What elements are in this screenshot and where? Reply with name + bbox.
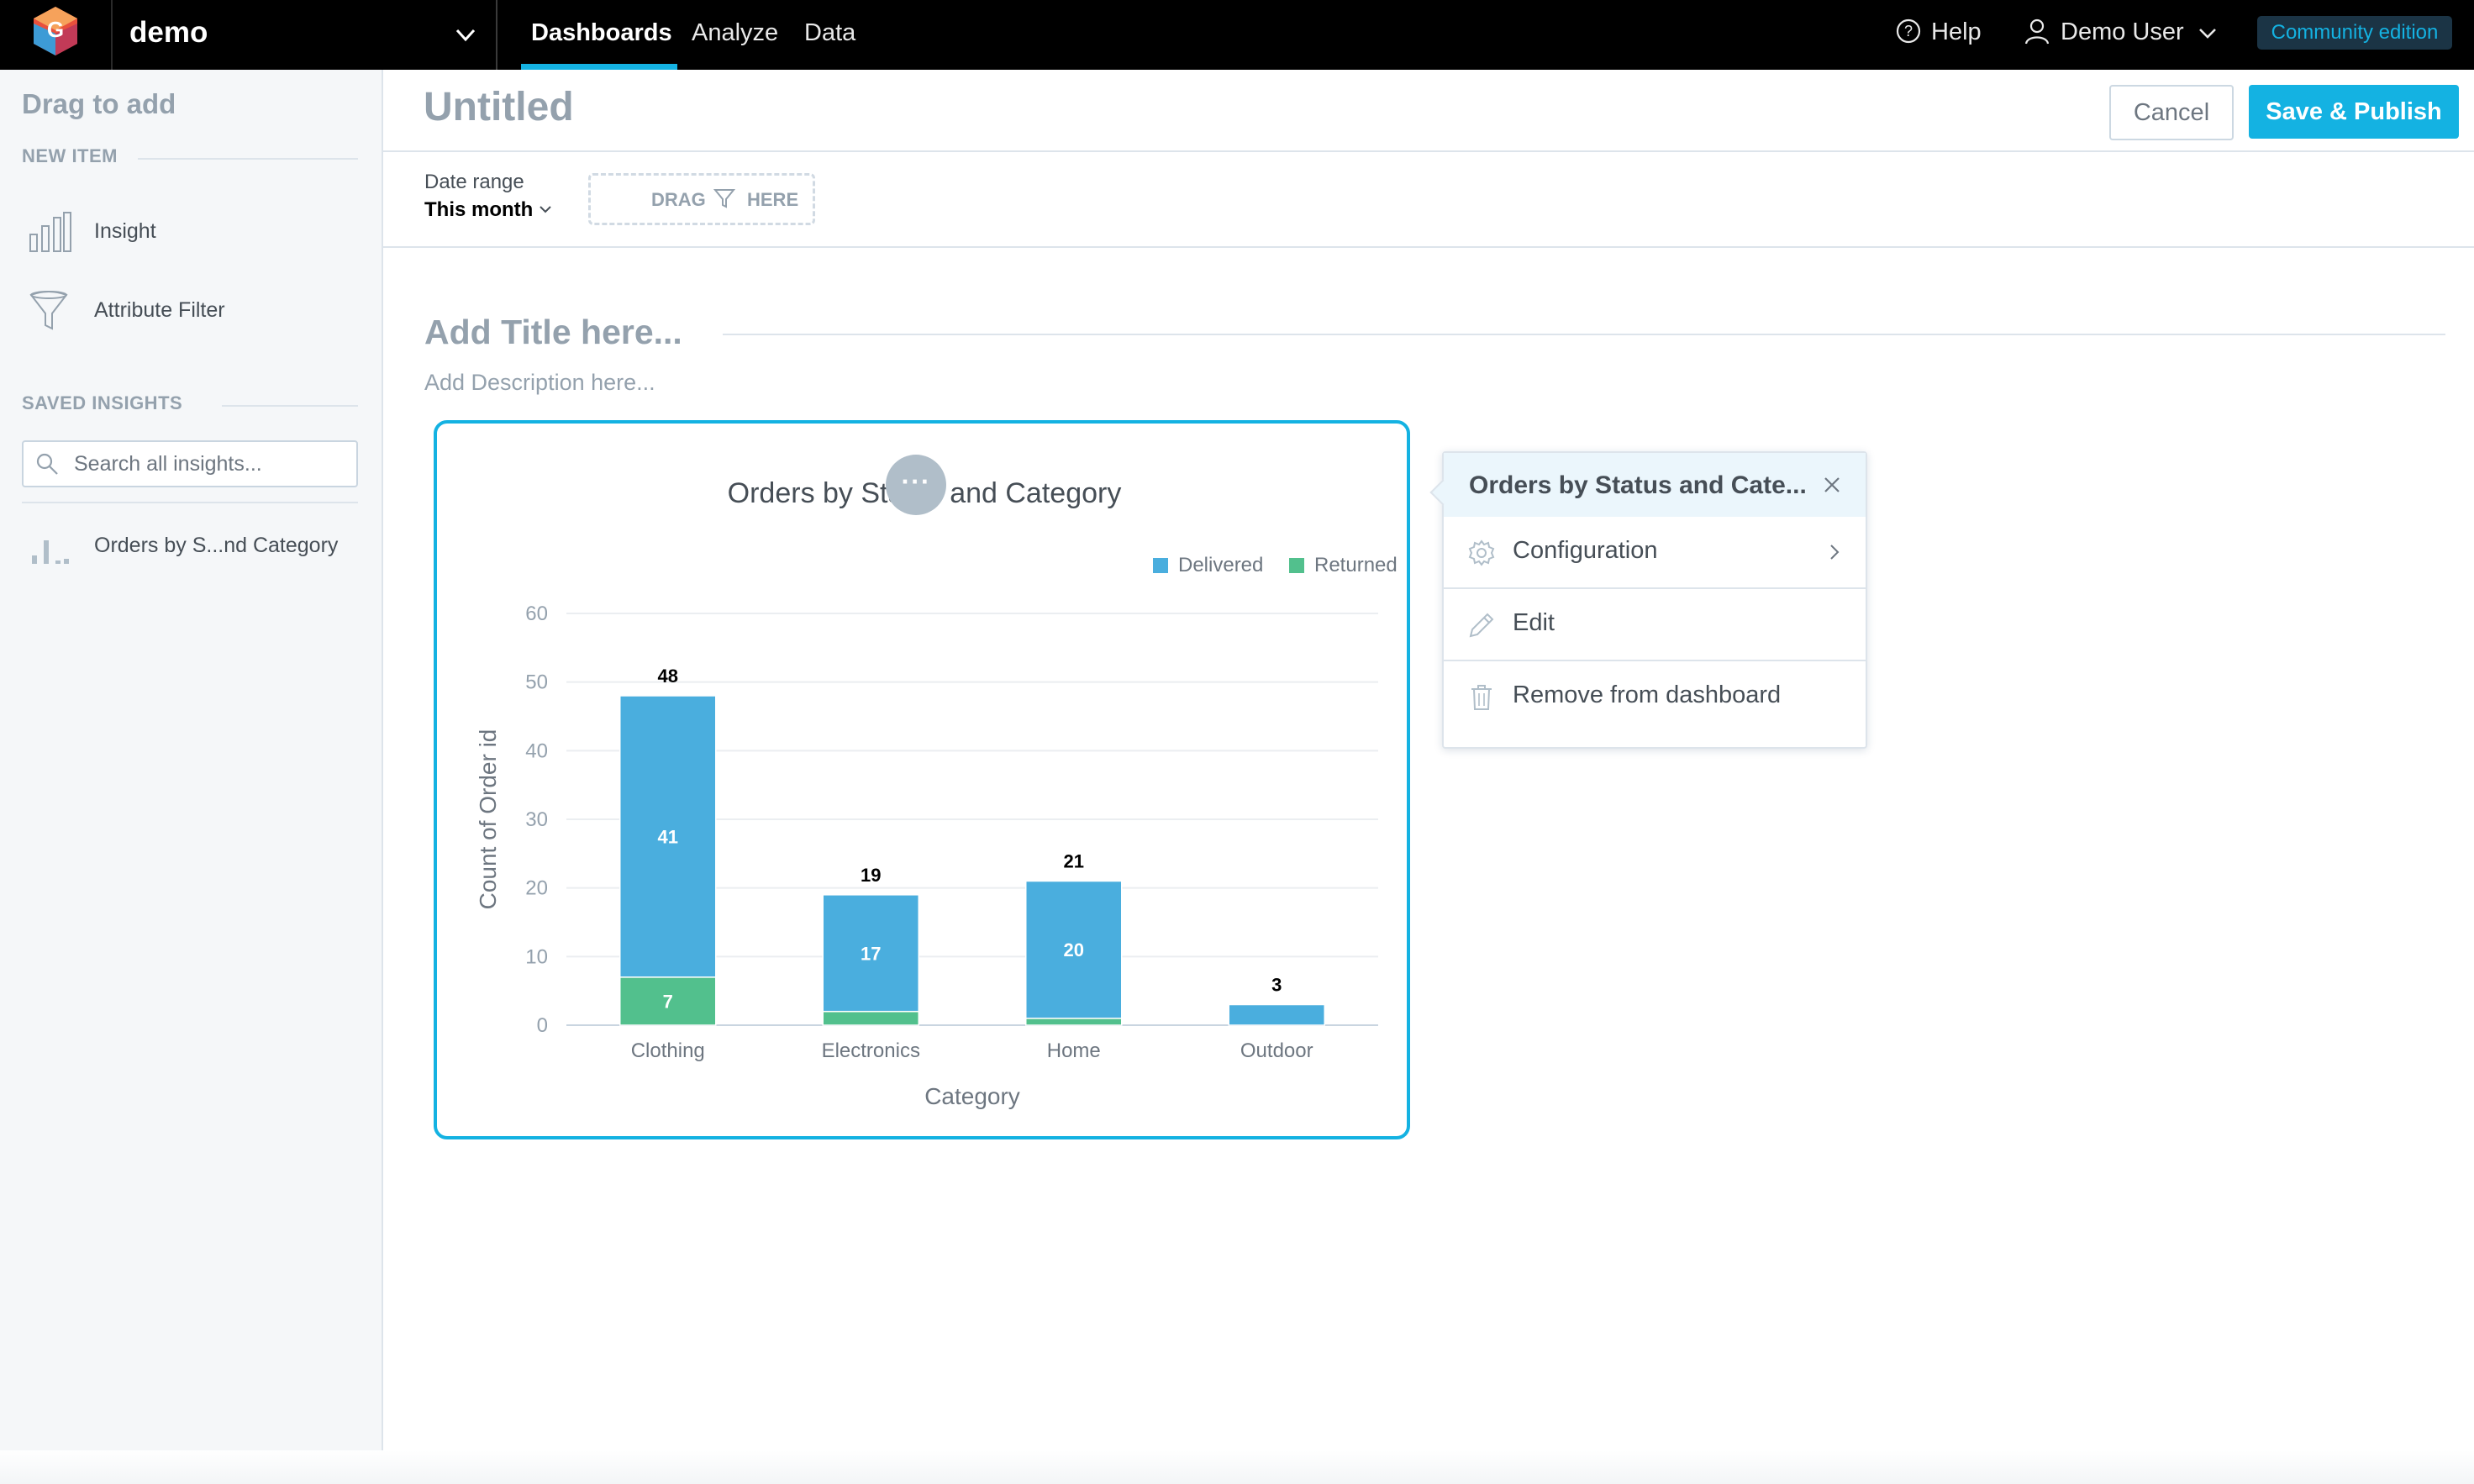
y-tick-label: 60 (525, 603, 548, 625)
data-label: 20 (1064, 939, 1084, 960)
drop-zone-drag-label: DRAG (651, 189, 706, 210)
active-tab-indicator (521, 64, 677, 70)
x-tick-label: Electronics (822, 1039, 920, 1062)
data-label: 41 (658, 826, 678, 847)
edition-badge[interactable]: Community edition (2257, 16, 2452, 50)
menu-item-edit[interactable]: Edit (1444, 589, 1866, 660)
x-tick-label: Outdoor (1240, 1039, 1313, 1062)
y-tick-label: 30 (525, 808, 548, 831)
divider (222, 405, 358, 407)
widget-options-button[interactable]: ··· (886, 455, 946, 515)
close-icon[interactable] (1820, 473, 1844, 497)
legend-label: Returned (1314, 554, 1398, 576)
tab-data[interactable]: Data (804, 0, 855, 70)
section-title-input[interactable]: Add Title here... (424, 313, 682, 352)
divider (138, 158, 358, 160)
legend-swatch (1153, 558, 1168, 573)
saved-insights-heading: SAVED INSIGHTS (22, 392, 183, 413)
dashboard-title-input[interactable]: Untitled (424, 84, 574, 130)
more-options-icon: ··· (901, 466, 931, 497)
logo-container: G (0, 0, 113, 70)
chevron-down-icon[interactable] (538, 203, 553, 217)
x-tick-label: Clothing (631, 1039, 705, 1062)
bar-chart-icon (29, 212, 71, 252)
sidebar-item-attribute-filter[interactable]: Attribute Filter (22, 287, 358, 337)
page-bottom-shade (0, 1450, 2474, 1484)
filter-icon (713, 189, 735, 208)
chevron-down-icon[interactable] (450, 22, 481, 49)
search-box[interactable] (22, 440, 358, 487)
menu-header: Orders by Status and Cate... (1444, 453, 1866, 517)
filter-drop-zone[interactable]: DRAG HERE (588, 173, 815, 225)
saved-insight-label: Orders by S...nd Category (94, 534, 339, 557)
tab-analyze[interactable]: Analyze (692, 0, 778, 70)
bar-segment-delivered (1228, 1003, 1325, 1026)
search-input[interactable] (72, 449, 345, 479)
bar-segment-returned (1025, 1018, 1123, 1026)
y-axis-label: Count of Order id (475, 729, 501, 910)
x-tick-label: Home (1047, 1039, 1101, 1062)
legend-swatch (1289, 558, 1304, 573)
total-label: 3 (1271, 975, 1282, 996)
data-label: 17 (861, 943, 881, 964)
y-tick-label: 10 (525, 945, 548, 968)
total-label: 21 (1064, 851, 1084, 872)
saved-insight-item[interactable]: Orders by S...nd Category (22, 522, 358, 572)
section-description-input[interactable]: Add Description here... (424, 370, 655, 396)
sidebar-title: Drag to add (22, 88, 176, 119)
total-label: 48 (658, 666, 678, 687)
data-label: 7 (663, 991, 673, 1012)
insight-bar-icon (32, 540, 69, 564)
widget-options-menu: Orders by Status and Cate... Configurati… (1429, 451, 1867, 749)
divider (383, 246, 2474, 248)
bar-chart: 0 10 20 30 40 50 60 Count of Order id Category 7 4… (475, 554, 1398, 1109)
sidebar-item-label: Attribute Filter (94, 298, 225, 322)
y-tick-label: 50 (525, 671, 548, 694)
user-menu[interactable]: Demo User (2061, 0, 2184, 66)
user-icon[interactable] (2024, 17, 2050, 45)
pencil-icon (1469, 613, 1494, 638)
workspace-name[interactable]: demo (129, 0, 208, 70)
app-logo-icon[interactable]: G (30, 5, 81, 59)
trash-icon (1471, 685, 1492, 710)
menu-item-label: Configuration (1513, 537, 1658, 564)
date-range-label[interactable]: Date range (424, 171, 524, 194)
menu-item-label: Edit (1513, 609, 1555, 636)
help-link[interactable]: Help (1931, 0, 1982, 66)
svg-text:?: ? (1904, 23, 1913, 39)
bar-segment-returned (822, 1010, 919, 1026)
sidebar-item-label: Insight (94, 219, 156, 243)
y-tick-label: 20 (525, 877, 548, 900)
tab-dashboards[interactable]: Dashboards (531, 0, 672, 70)
menu-title: Orders by Status and Cate... (1469, 471, 1807, 499)
total-label: 19 (861, 865, 881, 886)
chevron-right-icon (1830, 545, 1840, 560)
date-range-value[interactable]: This month (424, 198, 533, 222)
help-icon[interactable]: ? (1895, 18, 1922, 45)
filter-icon (29, 291, 68, 330)
divider (383, 150, 2474, 152)
sidebar: Drag to add NEW ITEM Insight Attribute F… (0, 70, 383, 1484)
y-tick-label: 40 (525, 739, 548, 762)
svg-text:G: G (47, 17, 64, 42)
section-title-underline (723, 334, 2445, 335)
drop-zone-here-label: HERE (747, 189, 799, 210)
search-icon (36, 453, 58, 475)
x-axis-label: Category (924, 1083, 1020, 1109)
menu-item-remove[interactable]: Remove from dashboard (1444, 661, 1866, 732)
sidebar-item-insight[interactable]: Insight (22, 208, 358, 258)
nav-divider (496, 0, 497, 70)
save-publish-button[interactable]: Save & Publish (2249, 85, 2459, 139)
menu-item-configuration[interactable]: Configuration (1444, 517, 1866, 587)
chevron-down-icon[interactable] (2195, 22, 2220, 45)
y-tick-label: 0 (537, 1014, 548, 1037)
divider (22, 502, 358, 503)
top-navigation-bar: G demo Dashboards Analyze Data ? Help De… (0, 0, 2474, 70)
cancel-button[interactable]: Cancel (2109, 85, 2234, 140)
legend-label: Delivered (1178, 554, 1263, 576)
gear-icon (1468, 539, 1495, 566)
menu-item-label: Remove from dashboard (1513, 681, 1782, 708)
new-item-heading: NEW ITEM (22, 145, 118, 166)
